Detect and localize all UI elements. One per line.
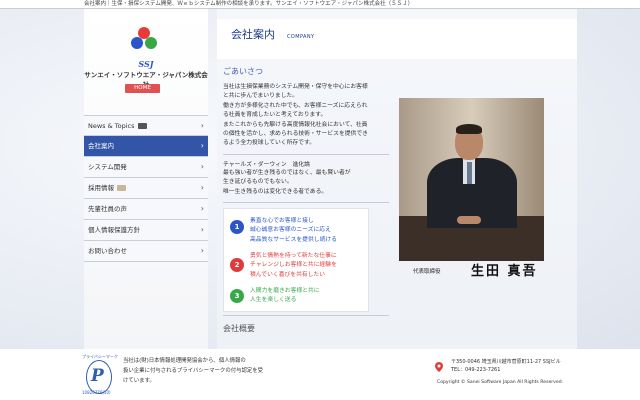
chevron-right-icon: › [200, 246, 204, 255]
section-title-overview: 会社概要 [223, 324, 255, 333]
quote-line: 生き延びるものでもない。 [223, 179, 293, 186]
sidebar-item-privacy[interactable]: 個人情報保護方針 › [84, 220, 208, 241]
motto-line: 勇気と情熱を持って新たな仕事に [250, 253, 337, 259]
chevron-right-icon: › [200, 225, 204, 234]
chevron-right-icon: › [200, 141, 204, 150]
page-title: 会社案内 [231, 28, 275, 41]
sidebar-item-label: システム開発 [88, 163, 127, 171]
greeting-line: またこれからも先駆ける高度情報化社会において、社員 [223, 121, 368, 128]
company-address: 〒350-0046 埼玉県川越市菅原町11-27 SSJビル TEL：049-2… [451, 359, 561, 374]
motto-line: 入間力を磨きお客様と共に [250, 288, 320, 294]
photo-hands [457, 216, 481, 224]
motto-text: 入間力を磨きお客様と共に 人生を楽しく送る [250, 287, 320, 306]
chevron-right-icon: › [200, 183, 204, 192]
greeting-line: と共に歩んでまいりました。 [223, 93, 299, 100]
divider [223, 202, 389, 203]
ceo-name: 生田 真吾 [471, 264, 538, 279]
chevron-right-icon: › [200, 204, 204, 213]
sidebar-item-senior-voice[interactable]: 先輩社員の声 › [84, 199, 208, 220]
number-badge: 1 [230, 220, 244, 234]
greeting-line: 当社は生損保業務のシステム開発・保守を中心にお客様 [223, 84, 368, 90]
greeting-title: ごあいさつ [223, 67, 263, 76]
divider [223, 315, 389, 316]
phone-number: TEL：049-223-7261 [451, 366, 501, 373]
motto-line: 積んでいく喜びを共有したい [250, 271, 326, 278]
greeting-line: るよう全力投球していく所存です。 [223, 140, 315, 147]
sidebar-item-label: 採用情報 [88, 184, 114, 192]
greeting-line: の個性を活かし、求められる技術・サービスを提供でき [223, 131, 368, 138]
home-button[interactable]: HOME [125, 84, 160, 93]
camera-icon [137, 123, 147, 129]
sidebar-item-label: お問い合わせ [88, 247, 127, 255]
address-line: 〒350-0046 埼玉県川越市菅原町11-27 SSJビル [451, 359, 561, 365]
logo-text: SSJ [138, 59, 154, 69]
site-tagline: 会社案内｜生保・損保システム開発、Ｗｅｂシステム制作の相談を承ります。サンエイ・… [84, 1, 414, 7]
chevron-right-icon: › [200, 121, 204, 130]
sidebar-item-company[interactable]: 会社案内 › [84, 136, 208, 157]
number-badge: 3 [230, 289, 244, 303]
sidebar-nav: News & Topics › 会社案内 › システム開発 › 採用情報 › 先… [84, 115, 208, 262]
motto-line: チャレンジしお客様と共に経験を [250, 262, 337, 269]
sidebar-item-label: 先輩社員の声 [88, 205, 127, 213]
sidebar-item-label: 会社案内 [88, 142, 114, 150]
privacy-mark-text: 当社は(財)日本情報処理開発協会から、個人情報の 扱い企業に付与されるプライバシ… [123, 357, 264, 386]
privacy-mark-icon[interactable]: P [86, 360, 112, 394]
photo-hair [456, 124, 482, 134]
company-logo-icon[interactable] [129, 27, 159, 59]
divider [223, 154, 389, 155]
photo-tie [467, 162, 472, 184]
number-badge: 2 [230, 258, 244, 272]
image-icon [117, 185, 126, 191]
greeting-line: 働き方が多様化された中でも、お客様ニーズに応えられ [223, 102, 368, 109]
logo-green-circle [145, 37, 157, 49]
motto-line: 高品質なサービスを提供し続ける [250, 236, 337, 243]
quote-text: 最も強い者が生き残るのではなく、最も賢い者が 生き延びるものでもない。 唯一生き… [223, 169, 391, 197]
map-pin-icon [435, 362, 443, 372]
sidebar-item-recruit[interactable]: 採用情報 › [84, 178, 208, 199]
motto-text: 勇気と情熱を持って新たな仕事に チャレンジしお客様と共に経験を 積んでいく喜びを… [250, 252, 337, 280]
copyright: Copyright © Sanei Software Japan All Rig… [437, 380, 564, 385]
privacy-mark-letter: P [91, 366, 104, 386]
chevron-right-icon: › [200, 162, 204, 171]
greeting-line: る社員を育成したいと考えております。 [223, 112, 327, 119]
greeting-text: 当社は生損保業務のシステム開発・保守を中心にお客様 と共に歩んでまいりました。 … [223, 83, 391, 149]
quote-line: 唯一生き残るのは変化できる者である。 [223, 188, 328, 195]
quote-line: 最も強い者が生き残るのではなく、最も賢い者が [223, 170, 351, 176]
privacy-line: 扱い企業に付与されるプライバシーマークの付与認定を受 [123, 367, 264, 374]
privacy-line: けています。 [123, 377, 155, 384]
sidebar-item-contact[interactable]: お問い合わせ › [84, 241, 208, 262]
motto-text: 素直な心でお客様と接し 誠心誠意お客様のニーズに応え 高品質なサービスを提供し続… [250, 217, 337, 245]
sidebar: SSJ サンエイ・ソフトウエア・ジャパン株式会社 HOME News & Top… [84, 9, 208, 349]
privacy-line: 当社は(財)日本情報処理開発協会から、個人情報の [123, 358, 246, 364]
ceo-photo [399, 98, 544, 261]
main-content: 会社案内 COMPANY ごあいさつ 当社は生損保業務のシステム開発・保守を中心… [217, 9, 577, 349]
sidebar-item-label: News & Topics [88, 122, 135, 130]
sidebar-item-system-dev[interactable]: システム開発 › [84, 157, 208, 178]
quote-title: チャールズ・ダーウィン 進化論 [223, 162, 310, 168]
privacy-mark-number: 10820776(10) [82, 390, 111, 395]
logo-blue-circle [131, 37, 143, 49]
page-subtitle: COMPANY [287, 34, 315, 40]
sidebar-item-news[interactable]: News & Topics › [84, 115, 208, 136]
motto-line: 人生を楽しく送る [250, 297, 297, 304]
ceo-title: 代表取締役 [413, 269, 441, 275]
motto-box: 1 素直な心でお客様と接し 誠心誠意お客様のニーズに応え 高品質なサービスを提供… [223, 208, 369, 312]
motto-line: 素直な心でお客様と接し [250, 218, 314, 224]
sidebar-item-label: 個人情報保護方針 [88, 226, 140, 234]
motto-line: 誠心誠意お客様のニーズに応え [250, 227, 331, 234]
